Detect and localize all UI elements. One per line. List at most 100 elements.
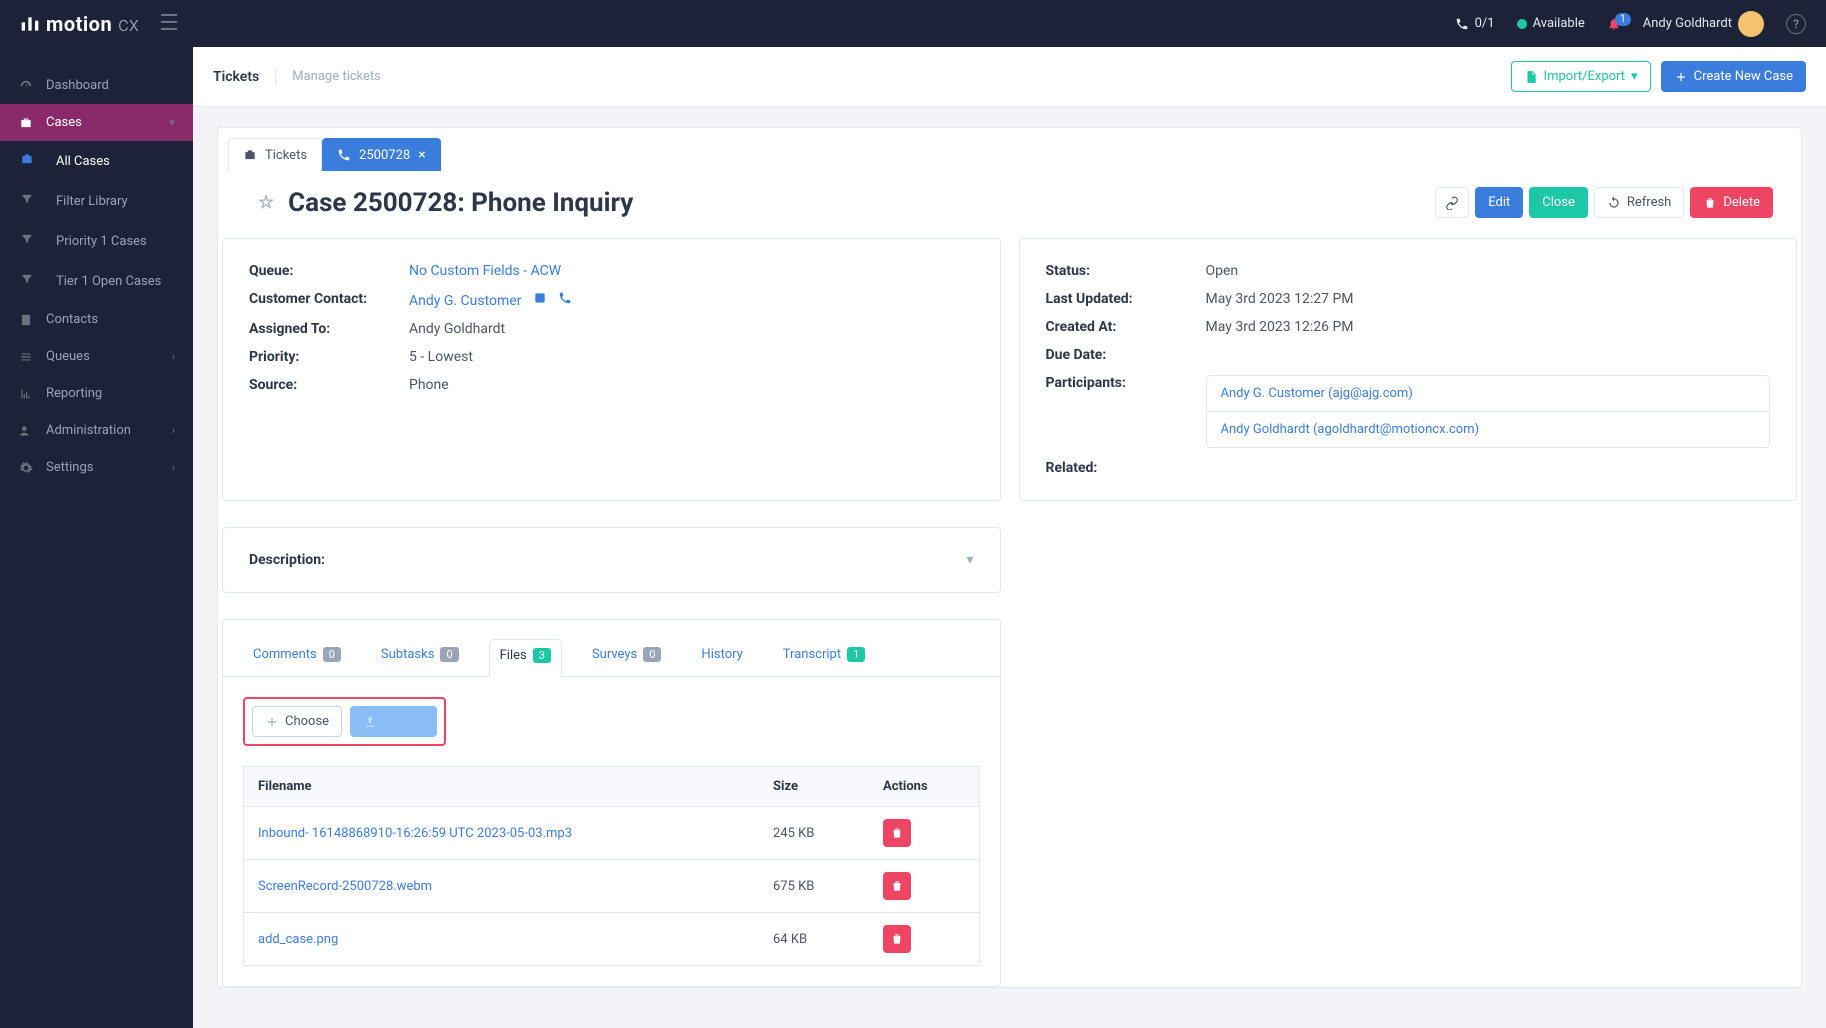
agent-status[interactable]: Available	[1517, 16, 1585, 31]
file-size: 245 KB	[759, 807, 869, 860]
chevron-right-icon: ›	[172, 461, 175, 474]
files-table: Filename Size Actions Inbound- 161488689…	[243, 766, 980, 966]
assigned-key: Assigned To:	[249, 321, 409, 337]
tab-files[interactable]: Files3	[489, 639, 562, 677]
briefcase-icon	[20, 152, 36, 170]
sidebar-item-cases[interactable]: Cases ▾	[0, 104, 193, 141]
sidebar-item-administration[interactable]: Administration ›	[0, 412, 193, 449]
sidebar-item-priority1[interactable]: Priority 1 Cases	[0, 221, 193, 261]
participants-key: Participants:	[1046, 375, 1206, 448]
tab-history[interactable]: History	[691, 638, 752, 676]
file-link[interactable]: ScreenRecord-2500728.webm	[258, 879, 432, 894]
sidebar-item-queues[interactable]: Queues ›	[0, 338, 193, 375]
contact-link[interactable]: Andy G. Customer	[409, 293, 522, 309]
page-title: Tickets	[213, 69, 259, 85]
delete-button[interactable]: Delete	[1690, 187, 1773, 218]
call-out-icon[interactable]	[558, 293, 572, 309]
due-value	[1206, 347, 1771, 363]
participant-row[interactable]: Andy Goldhardt (agoldhardt@motioncx.com)	[1207, 412, 1770, 447]
create-case-button[interactable]: Create New Case	[1661, 61, 1806, 92]
sidebar-item-settings[interactable]: Settings ›	[0, 449, 193, 486]
description-label: Description:	[249, 552, 325, 568]
import-export-button[interactable]: Import/Export ▾	[1511, 61, 1651, 92]
queue-link[interactable]: No Custom Fields - ACW	[409, 263, 561, 279]
sidebar-item-label: Filter Library	[56, 194, 128, 209]
sidebar-item-reporting[interactable]: Reporting	[0, 375, 193, 412]
sidebar-item-label: Settings	[46, 460, 93, 475]
trash-icon	[1703, 196, 1717, 210]
edit-button[interactable]: Edit	[1475, 187, 1523, 218]
topbar: motioncx ☰ 0/1 Available 1 Andy Goldhard…	[0, 0, 1826, 47]
star-icon[interactable]: ☆	[258, 192, 274, 213]
close-button[interactable]: Close	[1529, 187, 1588, 218]
user-menu[interactable]: Andy Goldhardt	[1643, 11, 1764, 37]
tab-case[interactable]: 2500728 ×	[322, 138, 441, 171]
user-cog-icon	[18, 424, 34, 438]
priority-key: Priority:	[249, 349, 409, 365]
tab-comments[interactable]: Comments0	[243, 638, 351, 676]
logo-mark-icon	[20, 14, 40, 34]
refresh-button[interactable]: Refresh	[1594, 187, 1684, 218]
phone-icon	[1455, 17, 1469, 31]
agent-status-label: Available	[1533, 16, 1585, 31]
case-details-left: Queue:No Custom Fields - ACW Customer Co…	[222, 238, 1001, 501]
delete-label: Delete	[1723, 195, 1760, 210]
sidebar-item-dashboard[interactable]: Dashboard	[0, 67, 193, 104]
assigned-value: Andy Goldhardt	[409, 321, 974, 337]
table-row: Inbound- 16148868910-16:26:59 UTC 2023-0…	[244, 807, 980, 860]
sidebar-item-filter-library[interactable]: Filter Library	[0, 181, 193, 221]
tab-tickets[interactable]: Tickets	[228, 138, 322, 171]
notifications-button[interactable]: 1	[1607, 17, 1621, 31]
sidebar-item-tier1[interactable]: Tier 1 Open Cases	[0, 261, 193, 301]
file-link[interactable]: add_case.png	[258, 932, 338, 947]
contact-card-icon[interactable]	[533, 293, 547, 309]
chevron-right-icon: ›	[172, 424, 175, 437]
link-button[interactable]	[1435, 187, 1469, 218]
page-subtitle: Manage tickets	[275, 69, 381, 84]
count-badge: 0	[643, 647, 661, 662]
delete-file-button[interactable]	[883, 872, 911, 900]
refresh-icon	[1607, 196, 1621, 210]
sidebar-item-label: Dashboard	[46, 78, 109, 93]
delete-file-button[interactable]	[883, 819, 911, 847]
logo[interactable]: motioncx	[20, 12, 139, 36]
updated-key: Last Updated:	[1046, 291, 1206, 307]
username-label: Andy Goldhardt	[1643, 16, 1732, 31]
delete-file-button[interactable]	[883, 925, 911, 953]
menu-toggle-icon[interactable]: ☰	[159, 11, 179, 36]
trash-icon	[890, 826, 904, 840]
close-label: Close	[1542, 195, 1575, 210]
import-export-label: Import/Export	[1544, 69, 1626, 84]
upload-file-button[interactable]: Upload	[350, 706, 437, 737]
table-row: ScreenRecord-2500728.webm 675 KB	[244, 860, 980, 913]
th-filename: Filename	[244, 767, 760, 807]
related-key: Related:	[1046, 460, 1206, 476]
edit-label: Edit	[1488, 195, 1510, 210]
tab-subtasks[interactable]: Subtasks0	[371, 638, 469, 676]
contact-key: Customer Contact:	[249, 291, 409, 309]
source-key: Source:	[249, 377, 409, 393]
logo-text-1: motion	[46, 12, 112, 36]
sidebar-item-contacts[interactable]: Contacts	[0, 301, 193, 338]
related-value	[1206, 460, 1771, 476]
attachments-panel: Comments0 Subtasks0 Files3 Surveys0 Hist…	[222, 619, 1001, 987]
count-badge: 1	[847, 647, 865, 662]
tab-surveys[interactable]: Surveys0	[582, 638, 671, 676]
count-badge: 3	[533, 648, 551, 663]
chevron-down-icon[interactable]: ▾	[966, 552, 973, 568]
page-header: Tickets Manage tickets Import/Export ▾ C…	[193, 47, 1826, 107]
filter-icon	[20, 232, 36, 250]
tab-transcript[interactable]: Transcript1	[773, 638, 876, 676]
close-icon[interactable]: ×	[418, 147, 425, 163]
help-button[interactable]: ?	[1786, 14, 1806, 34]
description-card[interactable]: Description: ▾	[222, 527, 1001, 593]
filter-icon	[20, 192, 36, 210]
file-link[interactable]: Inbound- 16148868910-16:26:59 UTC 2023-0…	[258, 826, 572, 841]
participant-row[interactable]: Andy G. Customer (ajg@ajg.com)	[1207, 376, 1770, 412]
gauge-icon	[18, 79, 34, 93]
call-counter[interactable]: 0/1	[1455, 16, 1495, 31]
case-title-row: ☆ Case 2500728: Phone Inquiry	[258, 188, 633, 218]
choose-file-button[interactable]: Choose	[252, 706, 342, 737]
sidebar-item-all-cases[interactable]: All Cases	[0, 141, 193, 181]
sidebar-item-label: Priority 1 Cases	[56, 234, 147, 249]
